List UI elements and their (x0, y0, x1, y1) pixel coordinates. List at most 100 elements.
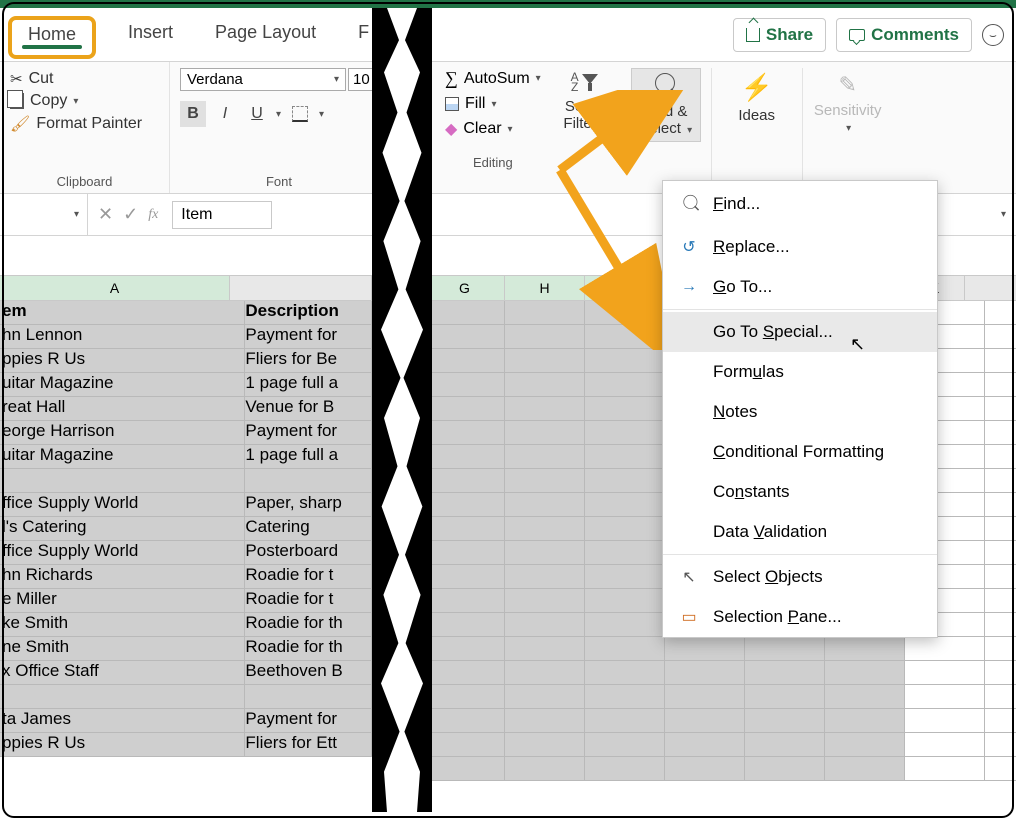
chevron-down-icon[interactable]: ▾ (276, 109, 281, 120)
cell-desc[interactable]: Roadie for t (245, 589, 372, 612)
cell-item[interactable]: ne Smith (0, 637, 245, 660)
cell-empty[interactable] (425, 709, 505, 732)
cell-empty[interactable] (425, 493, 505, 516)
cell-empty[interactable] (585, 757, 665, 780)
menu-replace[interactable]: ↺ Replace... (663, 227, 937, 267)
table-header-item[interactable]: em (0, 301, 245, 324)
cell-empty[interactable] (425, 469, 505, 492)
cell-empty[interactable] (505, 493, 585, 516)
cell-empty[interactable] (585, 373, 665, 396)
cell-empty[interactable] (425, 325, 505, 348)
cell-desc[interactable]: Payment for (245, 709, 372, 732)
cell-empty[interactable] (585, 445, 665, 468)
cell-empty[interactable] (505, 757, 585, 780)
cell-empty[interactable] (585, 733, 665, 756)
italic-button[interactable]: I (212, 101, 238, 127)
cell-empty[interactable] (585, 709, 665, 732)
menu-goto[interactable]: → Go To... (663, 267, 937, 307)
cell-empty[interactable] (425, 565, 505, 588)
tab-home[interactable]: Home (8, 16, 96, 59)
cell-item[interactable]: ppies R Us (0, 733, 245, 756)
font-name-select[interactable]: Verdana ▾ (180, 68, 346, 91)
cell-empty[interactable] (905, 637, 985, 660)
cell-empty[interactable] (425, 445, 505, 468)
expand-formula-bar-icon[interactable]: ▾ (1001, 209, 1006, 220)
cell-item[interactable]: uitar Magazine (0, 373, 245, 396)
cell-empty[interactable] (585, 685, 665, 708)
find-select-button[interactable]: Find & Select ▾ (631, 68, 701, 142)
cell-empty[interactable] (505, 373, 585, 396)
cell-empty[interactable] (825, 637, 905, 660)
cell-desc[interactable] (245, 469, 372, 492)
cell-desc[interactable]: Catering (245, 517, 372, 540)
cell-empty[interactable] (585, 541, 665, 564)
clear-button[interactable]: ◆ Clear ▾ (445, 119, 541, 139)
cell-empty[interactable] (425, 661, 505, 684)
cell-empty[interactable] (505, 661, 585, 684)
cell-empty[interactable] (585, 301, 665, 324)
cell-item[interactable] (0, 685, 245, 708)
cell-empty[interactable] (505, 565, 585, 588)
cell-item[interactable]: e Miller (0, 589, 245, 612)
cell-desc[interactable]: 1 page full a (245, 445, 372, 468)
enter-formula-icon[interactable]: ✓ (123, 204, 138, 225)
cell-item[interactable] (0, 469, 245, 492)
cancel-formula-icon[interactable]: ✕ (98, 204, 113, 225)
fill-button[interactable]: Fill ▾ (445, 95, 541, 113)
menu-find[interactable]: Find... (663, 181, 937, 227)
cell-empty[interactable] (425, 421, 505, 444)
cell-empty[interactable] (505, 733, 585, 756)
col-header-B[interactable] (230, 276, 372, 300)
cell-desc[interactable]: Paper, sharp (245, 493, 372, 516)
cell-empty[interactable] (505, 301, 585, 324)
cell-item[interactable]: ffice Supply World (0, 541, 245, 564)
cell-empty[interactable] (425, 637, 505, 660)
cell-desc[interactable]: Fliers for Be (245, 349, 372, 372)
menu-select-objects[interactable]: ↖ Select Objects (663, 557, 937, 597)
cell-item[interactable]: hn Lennon (0, 325, 245, 348)
border-button[interactable] (287, 101, 313, 127)
cell-empty[interactable] (585, 589, 665, 612)
cell-empty[interactable] (665, 709, 745, 732)
col-header-G[interactable]: G (425, 276, 505, 300)
cell-desc[interactable]: Roadie for t (245, 565, 372, 588)
cell-empty[interactable] (505, 613, 585, 636)
cell-empty[interactable] (585, 661, 665, 684)
cell-item[interactable]: uitar Magazine (0, 445, 245, 468)
cell-empty[interactable] (425, 733, 505, 756)
menu-goto-special[interactable]: Go To Special... (663, 312, 937, 352)
cell-desc[interactable]: Payment for (245, 421, 372, 444)
cell-empty[interactable] (425, 349, 505, 372)
feedback-smile-icon[interactable]: ⌣ (982, 24, 1004, 46)
menu-formulas[interactable]: Formulas (663, 352, 937, 392)
cell-item[interactable]: hn Richards (0, 565, 245, 588)
tab-page-layout[interactable]: Page Layout (205, 16, 326, 49)
cell-empty[interactable] (825, 661, 905, 684)
bold-button[interactable]: B (180, 101, 206, 127)
cut-button[interactable]: ✂ Cut (10, 68, 159, 90)
cell-item[interactable]: ppies R Us (0, 349, 245, 372)
cell-desc[interactable]: Venue for B (245, 397, 372, 420)
menu-selection-pane[interactable]: ▭ Selection Pane... (663, 597, 937, 637)
col-header-H[interactable]: H (505, 276, 585, 300)
cell-empty[interactable] (505, 349, 585, 372)
cell-empty[interactable] (505, 445, 585, 468)
cell-empty[interactable] (665, 733, 745, 756)
cell-item[interactable]: ke Smith (0, 613, 245, 636)
cell-empty[interactable] (505, 541, 585, 564)
cell-empty[interactable] (425, 541, 505, 564)
cell-empty[interactable] (745, 757, 825, 780)
cell-empty[interactable] (665, 757, 745, 780)
cell-empty[interactable] (505, 421, 585, 444)
cell-desc[interactable]: Roadie for th (245, 637, 372, 660)
cell-desc[interactable] (245, 685, 372, 708)
cell-item[interactable]: x Office Staff (0, 661, 245, 684)
formula-input[interactable]: Item (172, 201, 272, 229)
cell-empty[interactable] (825, 709, 905, 732)
cell-empty[interactable] (665, 685, 745, 708)
menu-notes[interactable]: Notes (663, 392, 937, 432)
copy-button[interactable]: Copy ▾ (10, 90, 159, 112)
cell-empty[interactable] (505, 325, 585, 348)
share-button[interactable]: Share (733, 18, 826, 52)
chevron-down-icon[interactable]: ▾ (319, 109, 324, 120)
